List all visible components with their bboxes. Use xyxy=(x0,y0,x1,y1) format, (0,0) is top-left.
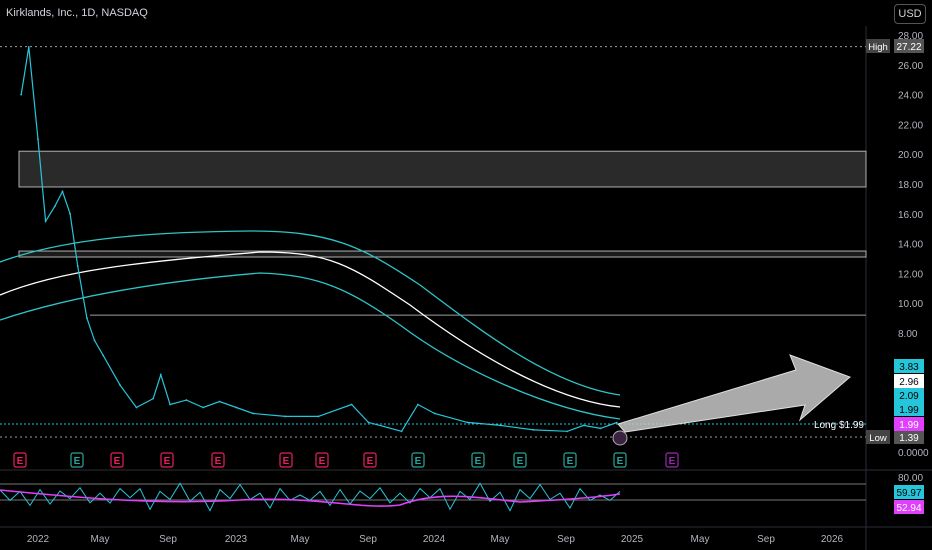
price-point xyxy=(284,415,287,418)
price-point xyxy=(218,400,221,403)
x-tick-label: 2025 xyxy=(621,534,644,545)
x-tick-label: Sep xyxy=(159,534,177,545)
earnings-marker-label: E xyxy=(164,456,171,467)
price-point xyxy=(202,406,205,409)
axis-value-label: 1.99 xyxy=(899,420,919,431)
earnings-marker-label: E xyxy=(283,456,290,467)
earnings-marker-label: E xyxy=(517,456,524,467)
earnings-marker-label: E xyxy=(475,456,482,467)
price-point xyxy=(169,403,171,406)
x-tick-label: 2024 xyxy=(423,534,446,545)
price-point xyxy=(44,220,47,223)
y-tick-label: 16.00 xyxy=(898,210,923,221)
rsi-ma-line xyxy=(0,489,621,507)
price-point xyxy=(433,412,436,415)
axis-value-label: 2.09 xyxy=(899,391,919,402)
price-point xyxy=(499,424,502,427)
earnings-marker-label: E xyxy=(17,456,24,467)
y-tick-label: 14.00 xyxy=(898,240,923,251)
supply-zone xyxy=(18,150,867,188)
earnings-marker-label: E xyxy=(617,456,624,467)
center-band-line xyxy=(0,251,621,408)
x-tick-label: Sep xyxy=(757,534,775,545)
price-chart[interactable]: 28.0026.0024.0022.0020.0018.0016.0014.00… xyxy=(0,0,932,550)
rsi-line xyxy=(0,482,621,512)
price-point xyxy=(69,212,71,215)
x-tick-label: 2026 xyxy=(821,534,844,545)
price-point xyxy=(582,424,585,427)
axis-value-label: 2.96 xyxy=(899,377,919,388)
y-tick-label: 20.00 xyxy=(898,150,923,161)
price-point xyxy=(53,205,56,208)
price-point xyxy=(252,412,255,415)
earnings-marker-label: E xyxy=(114,456,121,467)
lower-band-line xyxy=(0,272,621,420)
price-point xyxy=(159,373,162,376)
rsi-tick-label: 80.00 xyxy=(898,473,923,484)
price-point xyxy=(350,403,353,406)
price-point xyxy=(317,415,320,418)
low-value: 1.39 xyxy=(899,433,919,444)
price-point xyxy=(20,93,23,96)
low-tag-label: Low xyxy=(869,433,887,444)
price-point xyxy=(615,421,618,424)
earnings-marker-label: E xyxy=(215,456,222,467)
y-tick-label: 22.00 xyxy=(898,120,923,131)
axis-value-label: 1.99 xyxy=(899,405,919,416)
high-value: 27.22 xyxy=(896,42,921,53)
price-point xyxy=(102,354,105,357)
price-point xyxy=(416,403,419,406)
x-tick-label: May xyxy=(491,534,510,545)
high-tag-label: High xyxy=(868,42,888,53)
y-tick-label: 0.0000 xyxy=(898,448,929,459)
price-point xyxy=(37,138,39,141)
earnings-marker-label: E xyxy=(74,456,81,467)
x-tick-label: 2022 xyxy=(27,534,50,545)
y-tick-label: 10.00 xyxy=(898,299,923,310)
supply-zone xyxy=(18,250,867,258)
x-tick-label: May xyxy=(691,534,710,545)
y-tick-label: 18.00 xyxy=(898,180,923,191)
x-tick-label: 2023 xyxy=(225,534,248,545)
price-line xyxy=(20,46,618,432)
rsi-value: 59.97 xyxy=(896,488,921,499)
price-point xyxy=(599,427,602,430)
earnings-marker-label: E xyxy=(669,456,676,467)
long-label: Long $1.99 xyxy=(814,420,864,431)
price-point xyxy=(466,421,469,424)
price-point xyxy=(86,317,88,319)
x-tick-label: May xyxy=(91,534,110,545)
price-point xyxy=(152,397,155,400)
y-tick-label: 12.00 xyxy=(898,269,923,280)
price-point xyxy=(135,406,138,409)
x-tick-label: Sep xyxy=(359,534,377,545)
earnings-marker-label: E xyxy=(567,456,574,467)
x-tick-label: May xyxy=(291,534,310,545)
y-tick-label: 26.00 xyxy=(898,61,923,72)
price-point xyxy=(367,421,370,424)
earnings-marker-label: E xyxy=(367,456,374,467)
price-point xyxy=(27,46,30,48)
x-tick-label: Sep xyxy=(557,534,575,545)
price-point xyxy=(93,339,96,342)
earnings-marker-label: E xyxy=(319,456,326,467)
price-point xyxy=(566,430,569,433)
price-point xyxy=(119,384,121,387)
y-tick-label: 24.00 xyxy=(898,91,923,102)
price-point xyxy=(400,430,403,433)
rsi-ma-value: 52.94 xyxy=(896,503,921,514)
price-point xyxy=(185,399,188,401)
price-point xyxy=(532,428,535,431)
alert-icon xyxy=(612,430,628,446)
axis-value-label: 3.83 xyxy=(899,362,919,373)
price-point xyxy=(235,406,238,409)
earnings-marker-label: E xyxy=(415,456,422,467)
price-point xyxy=(76,265,79,267)
y-tick-label: 8.00 xyxy=(898,329,918,340)
price-point xyxy=(61,190,64,193)
